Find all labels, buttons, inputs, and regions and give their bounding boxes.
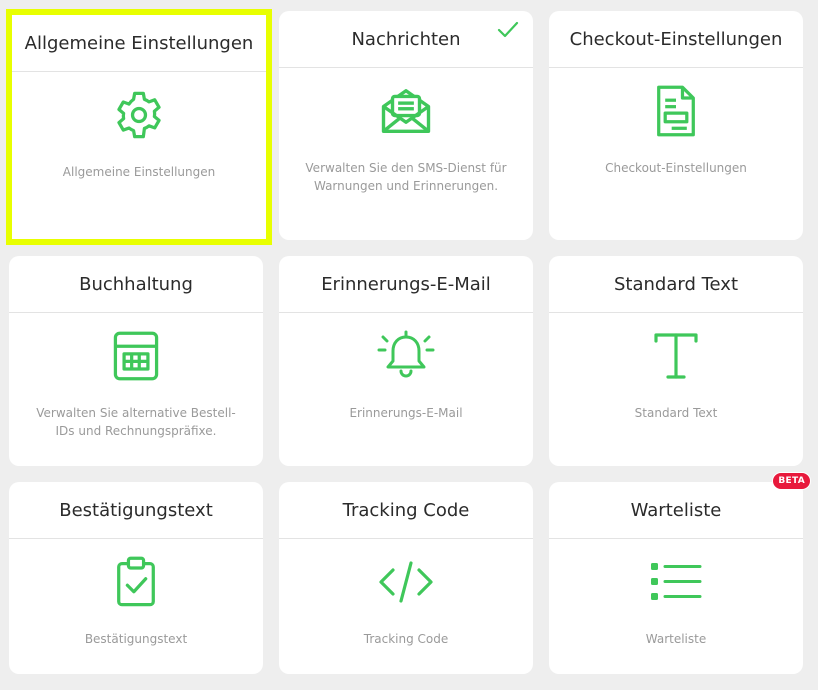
card-title: Standard Text (549, 256, 803, 313)
code-icon (279, 555, 533, 609)
settings-grid: Allgemeine Einstellungen Allgemeine Eins… (0, 0, 818, 690)
card-title: Tracking Code (279, 482, 533, 539)
card-warteliste[interactable]: BETA Warteliste Warteliste (549, 472, 811, 674)
document-icon (549, 84, 803, 138)
card-nachrichten[interactable]: Nachrichten Verwalten Sie den SMS-Dienst… (279, 11, 533, 240)
card-description: Bestätigungstext (84, 632, 188, 646)
card-bestaetigungstext[interactable]: Bestätigungstext Bestätigungstext (9, 482, 263, 674)
card-standard-text[interactable]: Standard Text Standard Text (549, 256, 803, 466)
bell-icon (279, 329, 533, 383)
card-description: Standard Text (634, 406, 718, 420)
card-description: Warteliste (645, 632, 707, 646)
card-tracking-code[interactable]: Tracking Code Tracking Code (279, 482, 533, 674)
card-title: Erinnerungs-E-Mail (279, 256, 533, 313)
card-title: Warteliste (549, 482, 803, 539)
card-buchhaltung[interactable]: Buchhaltung Verwalten Sie alternative Be… (9, 256, 263, 466)
card-title: Checkout-Einstellungen (549, 11, 803, 68)
card-title: Bestätigungstext (9, 482, 263, 539)
card-title: Buchhaltung (9, 256, 263, 313)
beta-badge: BETA (772, 472, 811, 490)
card-description: Erinnerungs-E-Mail (349, 406, 463, 420)
card-description: Checkout-Einstellungen (605, 161, 747, 175)
calculator-icon (9, 329, 263, 383)
card-description: Verwalten Sie alternative Bestell-IDs un… (36, 406, 236, 438)
card-allgemeine-einstellungen[interactable]: Allgemeine Einstellungen Allgemeine Eins… (6, 9, 272, 245)
card-description: Verwalten Sie den SMS-Dienst für Warnung… (305, 161, 507, 193)
text-t-icon (549, 329, 803, 383)
card-description: Allgemeine Einstellungen (62, 165, 216, 179)
gear-icon (12, 88, 266, 142)
card-title: Nachrichten (279, 11, 533, 68)
clipboard-check-icon (9, 555, 263, 609)
card-checkout-einstellungen[interactable]: Checkout-Einstellungen Checkout-Einstell… (549, 11, 803, 240)
card-erinnerungs-e-mail[interactable]: Erinnerungs-E-Mail Erinnerungs-E-Mail (279, 256, 533, 466)
envelope-open-icon (279, 84, 533, 138)
check-icon (497, 21, 519, 43)
list-icon (549, 555, 803, 609)
card-description: Tracking Code (363, 632, 449, 646)
card-title: Allgemeine Einstellungen (12, 15, 266, 72)
